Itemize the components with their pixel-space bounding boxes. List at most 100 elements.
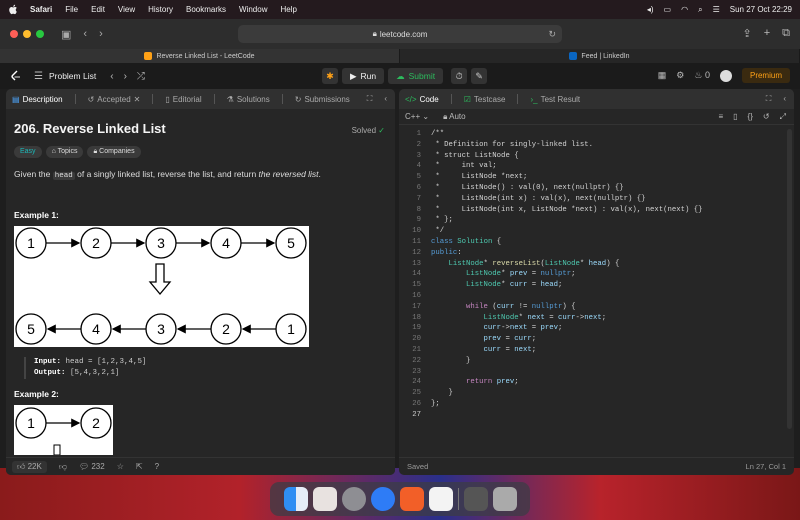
- star-icon[interactable]: ☆: [117, 462, 124, 471]
- collapse-icon[interactable]: ‹: [384, 94, 387, 104]
- tab-code[interactable]: </> Code: [405, 95, 439, 104]
- tab-description[interactable]: ▤ Description: [12, 95, 63, 104]
- submit-button[interactable]: ☁ Submit: [388, 68, 444, 84]
- flask-icon: ⚗: [226, 94, 234, 104]
- next-problem-icon[interactable]: ›: [124, 71, 127, 82]
- code-line: 12 public:: [412, 248, 462, 257]
- like-button[interactable]: 👍︎ 22K: [12, 460, 47, 473]
- code-editor[interactable]: 1/** 2 * Definition for singly-linked li…: [399, 129, 784, 421]
- tab-label: Code: [419, 94, 439, 104]
- auto-mode[interactable]: 🔒︎ Auto: [443, 112, 466, 122]
- input-value: head = [1,2,3,4,5]: [65, 358, 147, 366]
- menu-help[interactable]: Help: [280, 5, 296, 14]
- save-status: Saved: [407, 462, 429, 471]
- reset-icon[interactable]: ↺: [763, 112, 770, 122]
- zoom-window-button[interactable]: [36, 30, 44, 38]
- close-tab-icon[interactable]: ✕: [134, 95, 141, 104]
- tab-solutions[interactable]: ⚗ Solutions: [227, 95, 270, 104]
- leetcode-logo-icon[interactable]: [10, 70, 22, 82]
- volume-icon[interactable]: ◂): [647, 5, 654, 14]
- code-line: 2 * Definition for singly-linked list.: [416, 140, 594, 149]
- menu-history[interactable]: History: [148, 5, 173, 14]
- tab-submissions[interactable]: ↻ Submissions: [295, 95, 350, 104]
- sidebar-icon[interactable]: ▣: [61, 28, 71, 41]
- language-value: C++: [405, 112, 421, 121]
- debug-button[interactable]: ✱: [322, 68, 338, 84]
- topics-chip[interactable]: ⌂ Topics: [45, 146, 84, 158]
- down-arrow-icon: [148, 263, 172, 296]
- code-line: 27: [412, 410, 421, 419]
- control-center-icon[interactable]: ☰: [713, 5, 720, 14]
- menu-view[interactable]: View: [118, 5, 135, 14]
- address-bar[interactable]: 🔒︎ leetcode.com ↻: [238, 25, 562, 43]
- menu-window[interactable]: Window: [239, 5, 267, 14]
- companies-chip[interactable]: 🔒︎ Companies: [87, 146, 141, 158]
- problem-list-link[interactable]: Problem List: [49, 71, 96, 81]
- brave-icon[interactable]: [399, 487, 424, 511]
- maximize-icon[interactable]: ⛶: [367, 94, 373, 104]
- description-footer: 👍︎ 22K 👎︎ 💬︎ 232 ☆ ⇱ ?: [6, 457, 395, 475]
- clock[interactable]: Sun 27 Oct 22:29: [730, 5, 792, 14]
- safari-icon[interactable]: [370, 487, 395, 511]
- share-icon[interactable]: ⇱: [136, 462, 143, 471]
- fullscreen-icon[interactable]: ⤢: [780, 112, 786, 122]
- search-icon[interactable]: ⌕: [698, 5, 702, 15]
- browser-toolbar: ▣ ‹ › 🔒︎ leetcode.com ↻ ⇪ + ⧉: [0, 19, 800, 49]
- tab-editorial[interactable]: ▯ Editorial: [165, 95, 201, 104]
- menu-edit[interactable]: Edit: [91, 5, 105, 14]
- menu-bookmarks[interactable]: Bookmarks: [186, 5, 226, 14]
- prev-problem-icon[interactable]: ‹: [110, 71, 113, 82]
- inline-code: head: [52, 172, 75, 180]
- mode-label: Auto: [449, 111, 466, 121]
- comment-icon: 💬︎: [78, 462, 90, 471]
- tab-test-result[interactable]: ›_ Test Result: [530, 95, 580, 104]
- notes-button[interactable]: ✎: [471, 68, 488, 84]
- forward-icon[interactable]: ›: [99, 28, 103, 40]
- tab-linkedin[interactable]: Feed | LinkedIn: [400, 49, 800, 63]
- textedit-icon[interactable]: [428, 487, 453, 511]
- reload-icon[interactable]: ↻: [548, 29, 556, 40]
- collapse-icon[interactable]: ‹: [783, 94, 786, 104]
- help-icon[interactable]: ?: [155, 462, 159, 471]
- comments-button[interactable]: 💬︎ 232: [79, 462, 105, 471]
- trash-icon[interactable]: [492, 487, 517, 511]
- language-select[interactable]: C++ ⌄: [405, 112, 429, 121]
- history-icon: ↻: [294, 94, 302, 104]
- share-icon[interactable]: ⇪: [742, 27, 751, 40]
- menu-app-name[interactable]: Safari: [30, 5, 52, 14]
- timer-button[interactable]: ⏱: [451, 68, 468, 84]
- tab-testcase[interactable]: ☑ Testcase: [464, 95, 506, 104]
- apple-icon[interactable]: [8, 4, 18, 15]
- list-icon[interactable]: ☰: [34, 71, 43, 82]
- run-button[interactable]: ▶ Run: [342, 68, 385, 84]
- editor-scrollbar[interactable]: [787, 129, 792, 429]
- back-icon[interactable]: ‹: [83, 28, 87, 40]
- battery-icon[interactable]: ▭: [664, 5, 672, 14]
- avatar[interactable]: [719, 69, 732, 82]
- tab-overview-icon[interactable]: ⧉: [782, 27, 790, 40]
- editor-tabs: </> Code ☑ Testcase ›_ Test Result ⛶ ‹: [399, 89, 794, 109]
- shuffle-icon[interactable]: ⤮: [137, 71, 145, 82]
- settings-icon[interactable]: ⚙: [676, 70, 684, 81]
- braces-icon[interactable]: {}: [748, 112, 753, 122]
- menu-file[interactable]: File: [65, 5, 78, 14]
- tab-accepted[interactable]: ↺ Accepted ✕: [88, 95, 141, 104]
- code-icon: </>: [405, 94, 417, 104]
- streak-counter[interactable]: ♨ 0: [694, 70, 710, 81]
- run-label: Run: [360, 71, 377, 81]
- new-tab-icon[interactable]: +: [764, 27, 770, 40]
- bookmark-icon[interactable]: ▯: [733, 112, 737, 122]
- maximize-icon[interactable]: ⛶: [766, 94, 772, 104]
- layout-icon[interactable]: ▦: [658, 70, 667, 81]
- minimize-window-button[interactable]: [23, 30, 31, 38]
- format-icon[interactable]: ≡: [718, 112, 723, 122]
- dislike-icon[interactable]: 👎︎: [59, 462, 67, 472]
- downloads-icon[interactable]: [463, 487, 488, 511]
- finder-icon[interactable]: [283, 487, 308, 511]
- premium-button[interactable]: Premium: [741, 68, 790, 83]
- tab-leetcode[interactable]: Reverse Linked List - LeetCode: [0, 49, 400, 63]
- system-settings-icon[interactable]: [341, 487, 366, 511]
- close-window-button[interactable]: [10, 30, 18, 38]
- wifi-icon[interactable]: ◠: [681, 5, 688, 14]
- launchpad-icon[interactable]: [312, 487, 337, 511]
